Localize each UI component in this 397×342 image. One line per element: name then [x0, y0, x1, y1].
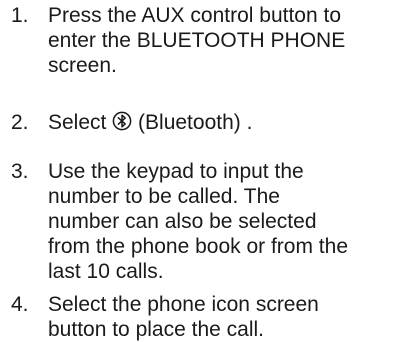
step-line: Select the phone icon screen — [48, 293, 319, 316]
step-number: 4. — [11, 293, 29, 316]
step-text: Use the keypad to input the number to be… — [48, 159, 397, 284]
step-number: 1. — [11, 4, 29, 27]
step-line: enter the BLUETOOTH PHONE — [48, 29, 346, 52]
step-number: 3. — [11, 160, 29, 183]
step-line: screen. — [48, 54, 117, 77]
step-line: Use the keypad to input the — [48, 160, 304, 183]
step-text: Press the AUX control button to enter th… — [48, 3, 397, 78]
step-line: from the phone book or from the — [48, 235, 348, 258]
step-line: button to place the call. — [48, 318, 264, 341]
step-line: number can also be selected — [48, 210, 317, 233]
step-line: number to be called. The — [48, 185, 280, 208]
step-line: last 10 calls. — [48, 260, 164, 283]
step-line: Press the AUX control button to — [48, 4, 341, 27]
bluetooth-icon — [112, 111, 132, 131]
step-text-after-icon: (Bluetooth) . — [132, 111, 253, 134]
step-number: 2. — [11, 111, 29, 134]
step-text: Select (Bluetooth) . — [48, 110, 397, 135]
step-text-before-icon: Select — [48, 111, 113, 134]
